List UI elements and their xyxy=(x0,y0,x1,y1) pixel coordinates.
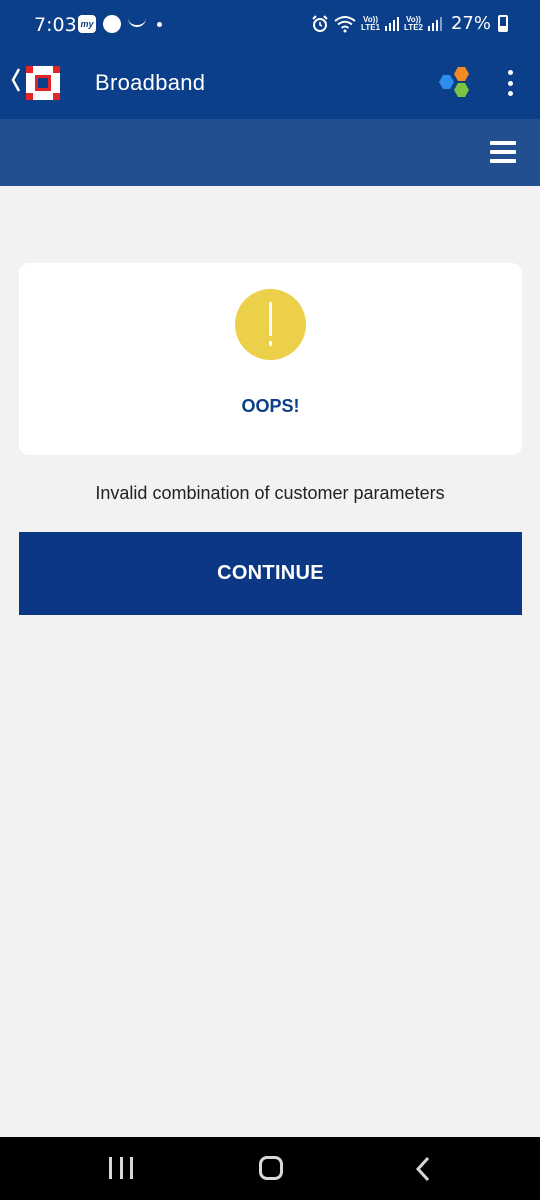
status-bar: 7:03 my Vo)) LTE1 Vo)) LTE2 27% xyxy=(0,0,540,46)
nav-back-icon[interactable] xyxy=(414,1156,432,1182)
lte2-label: Vo)) LTE2 xyxy=(404,14,423,32)
page-title: Broadband xyxy=(95,70,206,95)
lte1-label: Vo)) LTE1 xyxy=(361,14,381,32)
signal-2-icon xyxy=(427,16,442,31)
amazon-icon xyxy=(128,17,146,27)
hexagon-apps-icon[interactable] xyxy=(434,66,470,100)
wifi-icon xyxy=(334,15,356,32)
signal-1-icon xyxy=(385,16,400,31)
app-notification-icon xyxy=(103,15,121,33)
battery-icon xyxy=(498,15,508,32)
error-message: Invalid combination of customer paramete… xyxy=(95,483,445,503)
alarm-icon xyxy=(312,14,328,32)
more-notifications-dot-icon xyxy=(157,21,162,27)
bank-logo-icon[interactable] xyxy=(26,66,60,100)
system-nav-bar xyxy=(0,1137,540,1200)
error-card: OOPS! xyxy=(19,263,522,455)
notification-icons: my xyxy=(78,15,162,33)
system-icons: Vo)) LTE1 Vo)) LTE2 27% xyxy=(311,13,508,34)
app-bar: Broadband xyxy=(0,46,540,119)
nav-home-icon[interactable] xyxy=(259,1156,283,1180)
error-heading: OOPS! xyxy=(241,396,300,416)
continue-button[interactable]: CONTINUE xyxy=(19,532,522,615)
menu-icon[interactable] xyxy=(490,141,516,163)
more-vert-icon[interactable] xyxy=(500,70,520,96)
secondary-bar xyxy=(0,119,540,186)
status-time: 7:03 xyxy=(34,14,77,36)
battery-percent: 27% xyxy=(450,13,491,34)
nav-recents-icon[interactable] xyxy=(109,1157,133,1179)
mi-app-icon: my xyxy=(78,15,96,33)
alert-icon xyxy=(235,289,306,360)
chevron-left-icon[interactable] xyxy=(10,66,22,94)
